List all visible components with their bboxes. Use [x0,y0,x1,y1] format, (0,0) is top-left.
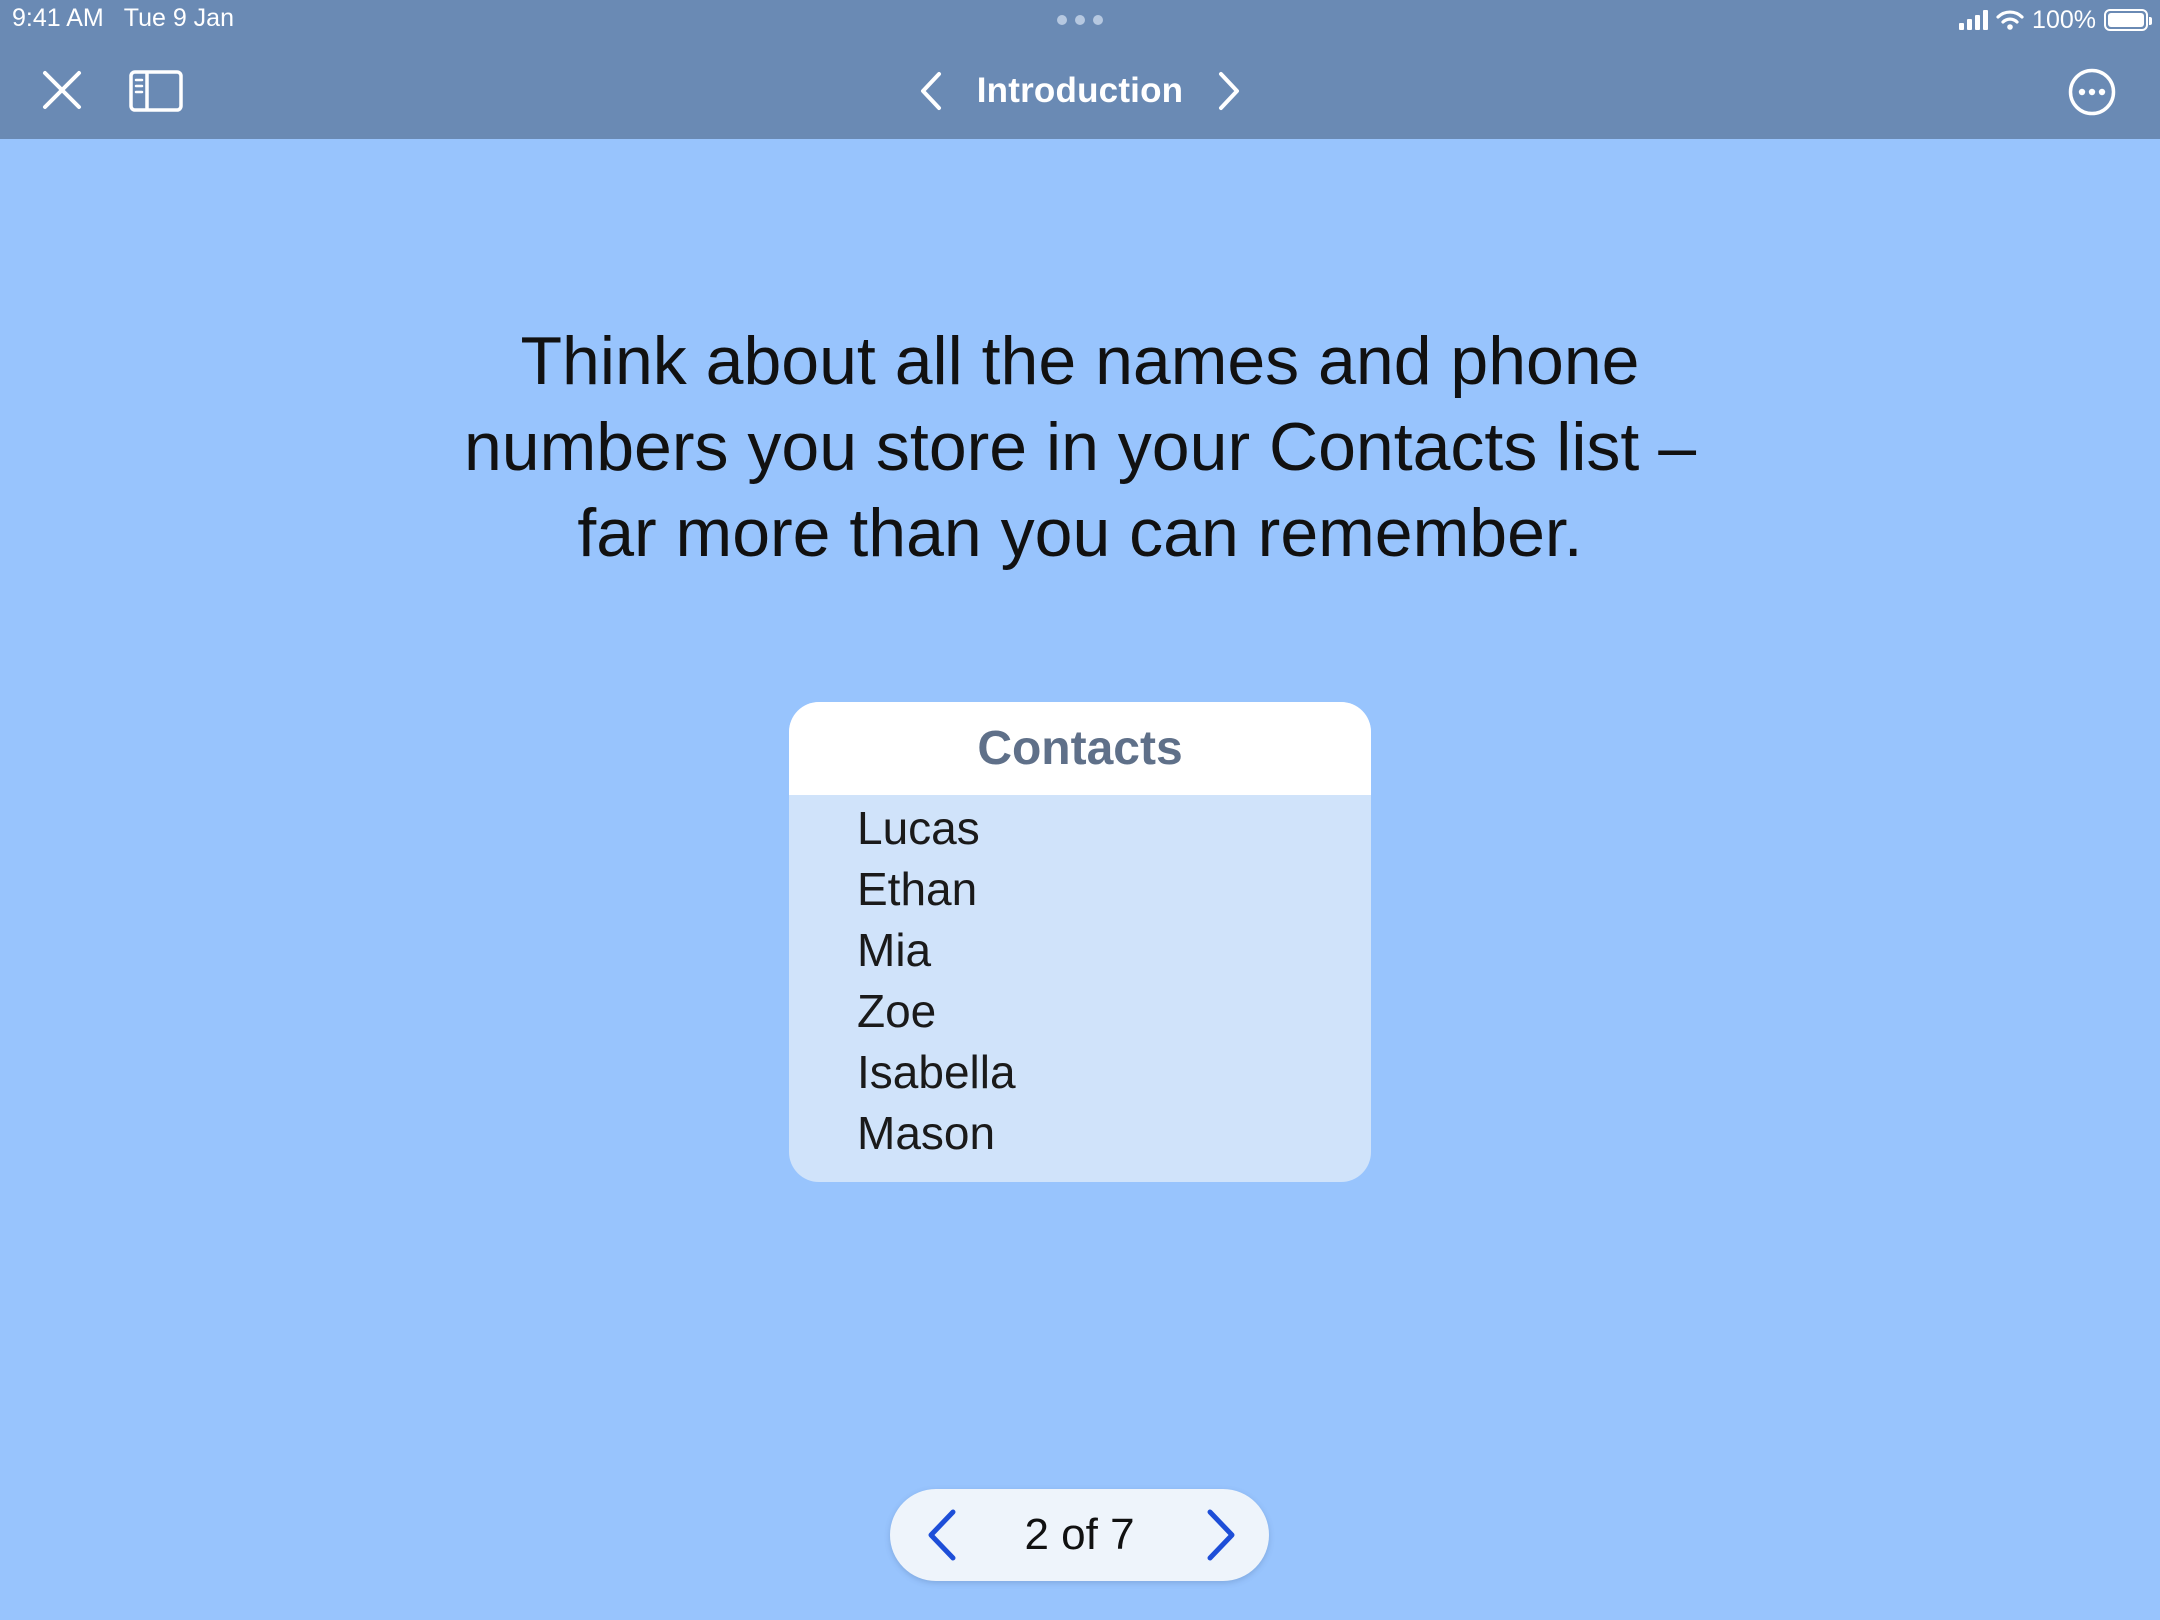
previous-section-button[interactable] [911,66,951,116]
chevron-right-icon [1219,72,1240,110]
status-time: 9:41 AM Tue 9 Jan [12,4,254,33]
contact-name: Ethan [857,863,978,915]
nav-title: Introduction [976,71,1184,110]
contact-name: Lucas [857,802,980,854]
headline-line: numbers you store in your Contacts list … [463,409,1697,485]
multitasking-dots-icon[interactable] [1057,15,1103,25]
contact-name: Zoe [857,985,937,1037]
nav-title-group: Introduction [0,60,2160,122]
headline: Think about all the names and phone numb… [380,318,1780,576]
more-options-button[interactable] [2066,66,2118,118]
headline-line: far more than you can remember. [577,495,1583,571]
contact-name: Isabella [857,1046,1016,1098]
cellular-signal-icon [1959,10,1989,30]
next-page-button[interactable] [1193,1507,1249,1563]
battery-percentage: 100% [2032,5,2096,34]
contacts-card-title: Contacts [789,702,1371,795]
status-clock: 9:41 AM [12,4,104,32]
contacts-card: Contacts Lucas Ethan Mia Zoe Isabella Ma… [789,702,1371,1182]
status-indicators: 100% [1959,4,2152,36]
wifi-icon [1996,10,2024,30]
chevron-left-icon [920,72,941,110]
chevron-right-icon [1207,1509,1235,1561]
top-bar: 9:41 AM Tue 9 Jan 100% Introduction [0,0,2160,139]
chevron-left-icon [928,1509,956,1561]
contacts-list: Lucas Ethan Mia Zoe Isabella Mason [789,798,1371,1164]
ellipsis-circle-icon [2068,68,2116,116]
headline-line: Think about all the names and phone [520,323,1640,399]
contact-name: Mason [857,1107,996,1159]
next-section-button[interactable] [1209,66,1249,116]
status-date: Tue 9 Jan [123,4,234,32]
contact-name: Mia [857,924,932,976]
battery-icon [2104,9,2152,31]
page-navigator: 2 of 7 [890,1489,1269,1581]
previous-page-button[interactable] [914,1507,970,1563]
